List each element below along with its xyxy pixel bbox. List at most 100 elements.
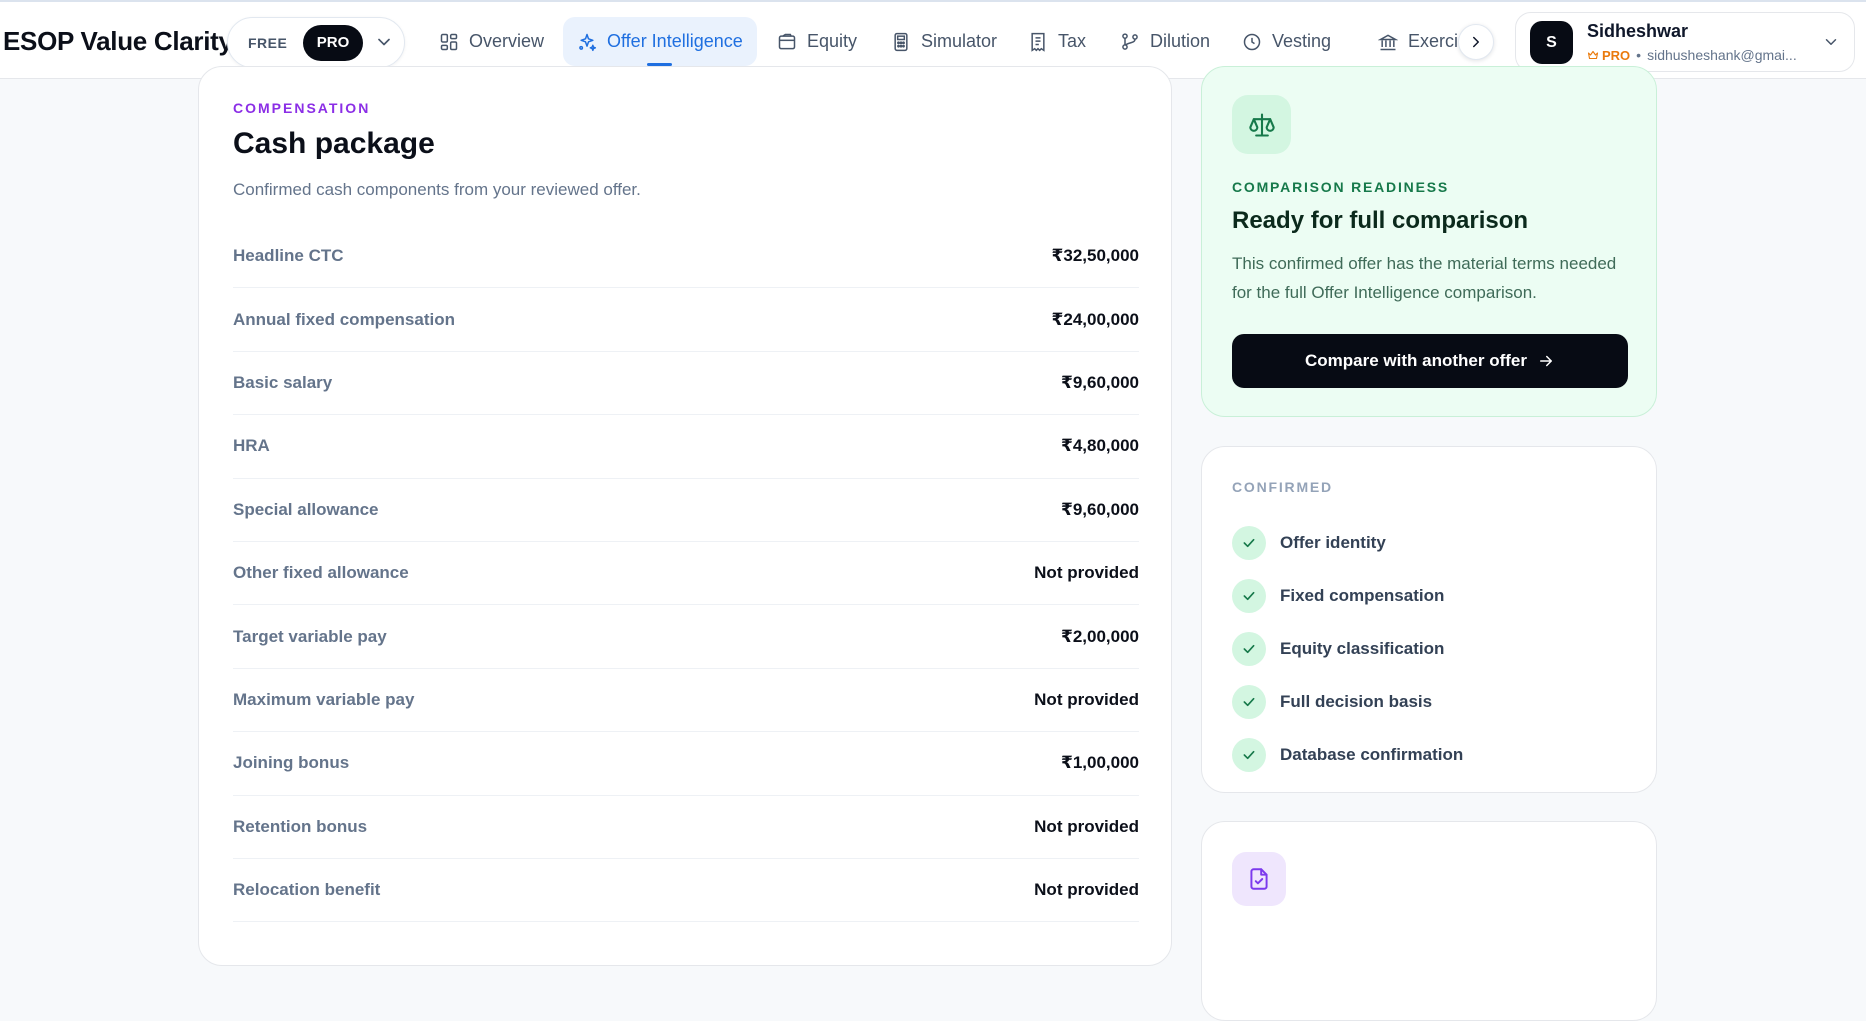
card-subtitle: Confirmed cash components from your revi… (233, 180, 641, 199)
nav-scroll-next-button[interactable] (1458, 24, 1494, 60)
document-card (1201, 821, 1657, 1021)
compare-offer-button[interactable]: Compare with another offer (1232, 334, 1628, 388)
cash-rows: Headline CTC ₹32,50,000 Annual fixed comp… (233, 225, 1139, 923)
table-row: Special allowance ₹9,60,000 (233, 479, 1139, 542)
brand-title[interactable]: ESOP Value Clarity (3, 26, 233, 57)
row-value: Not provided (1034, 689, 1139, 709)
nav-tax-label: Tax (1058, 31, 1087, 51)
row-label: Joining bonus (233, 753, 350, 773)
user-meta: PRO • sidhusheshank@gmai... (1587, 47, 1797, 63)
plan-free-option[interactable]: FREE (248, 35, 287, 51)
nav-offer-intelligence[interactable]: Offer Intelligence (563, 17, 757, 66)
nav-equity-label: Equity (807, 31, 858, 51)
nav-vesting[interactable]: Vesting (1228, 17, 1345, 66)
nav-equity[interactable]: Equity (763, 17, 871, 66)
table-row: HRA ₹4,80,000 (233, 415, 1139, 479)
user-email: sidhusheshank@gmai... (1647, 47, 1797, 63)
branch-icon (1122, 32, 1138, 50)
check-icon (1232, 737, 1266, 772)
list-item: Fixed compensation (1232, 569, 1463, 622)
list-item-label: Fixed compensation (1280, 585, 1445, 605)
chevron-down-icon[interactable] (374, 32, 394, 52)
table-row: Joining bonus ₹1,00,000 (233, 732, 1139, 796)
user-plan-label: PRO (1602, 47, 1631, 63)
section-eyebrow: COMPENSATION (233, 100, 371, 116)
row-value: ₹32,50,000 (1051, 246, 1139, 266)
readiness-title: Ready for full comparison (1232, 207, 1529, 234)
nav-overview-label: Overview (469, 31, 545, 51)
row-label: Headline CTC (233, 246, 344, 266)
comparison-readiness-card: COMPARISON READINESS Ready for full comp… (1201, 66, 1657, 417)
main-nav: Overview Offer Intelligence Equity Simul… (425, 17, 1495, 67)
chevron-right-icon (1473, 36, 1479, 48)
row-label: Special allowance (233, 499, 379, 519)
chevron-down-icon[interactable] (1822, 33, 1840, 51)
nav-simulator-label: Simulator (921, 31, 998, 51)
cash-package-card: COMPENSATION Cash package Confirmed cash… (198, 66, 1172, 966)
avatar: S (1530, 21, 1573, 64)
table-row: Other fixed allowance Not provided (233, 542, 1139, 606)
list-item-label: Equity classification (1280, 638, 1445, 658)
table-row: Relocation benefit Not provided (233, 859, 1139, 923)
table-row: Maximum variable pay Not provided (233, 669, 1139, 733)
row-label: Target variable pay (233, 626, 387, 646)
list-item: Offer identity (1232, 516, 1463, 569)
arrow-right-icon (1539, 355, 1552, 367)
list-item-label: Database confirmation (1280, 744, 1464, 764)
section-eyebrow: CONFIRMED (1232, 479, 1333, 495)
table-row: Annual fixed compensation ₹24,00,000 (233, 288, 1139, 352)
nav-dilution-label: Dilution (1150, 31, 1211, 51)
row-label: Maximum variable pay (233, 689, 415, 709)
confirmed-card: CONFIRMED Offer identity Fixed compensat… (1201, 446, 1657, 793)
user-plan-badge: PRO (1587, 48, 1630, 63)
list-item-label: Offer identity (1280, 532, 1386, 552)
row-label: Basic salary (233, 372, 333, 392)
nav-overview[interactable]: Overview (425, 17, 558, 66)
check-icon (1232, 525, 1266, 560)
nav-dilution[interactable]: Dilution (1106, 17, 1224, 66)
separator-dot: • (1636, 47, 1642, 63)
document-icon-tile (1232, 852, 1286, 906)
table-row: Retention bonus Not provided (233, 796, 1139, 859)
row-value: ₹1,00,000 (1060, 753, 1139, 773)
nav-simulator[interactable]: Simulator (877, 17, 1011, 66)
list-item: Equity classification (1232, 622, 1463, 675)
row-value: Not provided (1034, 816, 1139, 836)
list-item: Database confirmation (1232, 728, 1463, 781)
check-icon (1232, 578, 1266, 613)
card-title: Cash package (233, 127, 435, 160)
check-icon (1232, 631, 1266, 666)
receipt-icon (1031, 32, 1045, 52)
row-value: Not provided (1034, 880, 1139, 900)
row-value: ₹4,80,000 (1060, 436, 1139, 456)
scale-icon (1248, 112, 1275, 137)
clock-icon (1243, 33, 1261, 50)
compare-offer-button-label: Compare with another offer (1305, 351, 1527, 370)
table-row: Target variable pay ₹2,00,000 (233, 605, 1139, 669)
nav-tax[interactable]: Tax (1014, 17, 1100, 66)
user-name: Sidheshwar (1587, 21, 1689, 41)
row-label: Annual fixed compensation (233, 309, 455, 329)
plan-switch[interactable]: FREE PRO (227, 17, 405, 68)
plan-pro-option[interactable]: PRO (303, 25, 363, 61)
list-item-label: Full decision basis (1280, 691, 1433, 711)
section-eyebrow: COMPARISON READINESS (1232, 179, 1449, 195)
wallet-icon (778, 33, 796, 49)
row-value: ₹9,60,000 (1060, 372, 1139, 392)
readiness-description: This confirmed offer has the material te… (1232, 254, 1617, 302)
sparkle-icon (579, 33, 597, 51)
nav-vesting-label: Vesting (1272, 31, 1332, 51)
row-label: Other fixed allowance (233, 563, 409, 583)
crown-icon (1587, 50, 1599, 60)
nav-offer-intelligence-label: Offer Intelligence (607, 31, 743, 51)
file-check-icon (1250, 868, 1268, 890)
row-label: HRA (233, 436, 270, 456)
row-label: Relocation benefit (233, 880, 381, 900)
user-menu[interactable]: S Sidheshwar PRO • sidhusheshank@gmai... (1515, 12, 1855, 72)
row-label: Retention bonus (233, 816, 368, 836)
calculator-icon (894, 32, 908, 51)
check-icon (1232, 684, 1266, 719)
grid-icon (440, 33, 458, 50)
table-row: Headline CTC ₹32,50,000 (233, 225, 1139, 289)
bank-icon (1378, 33, 1398, 50)
